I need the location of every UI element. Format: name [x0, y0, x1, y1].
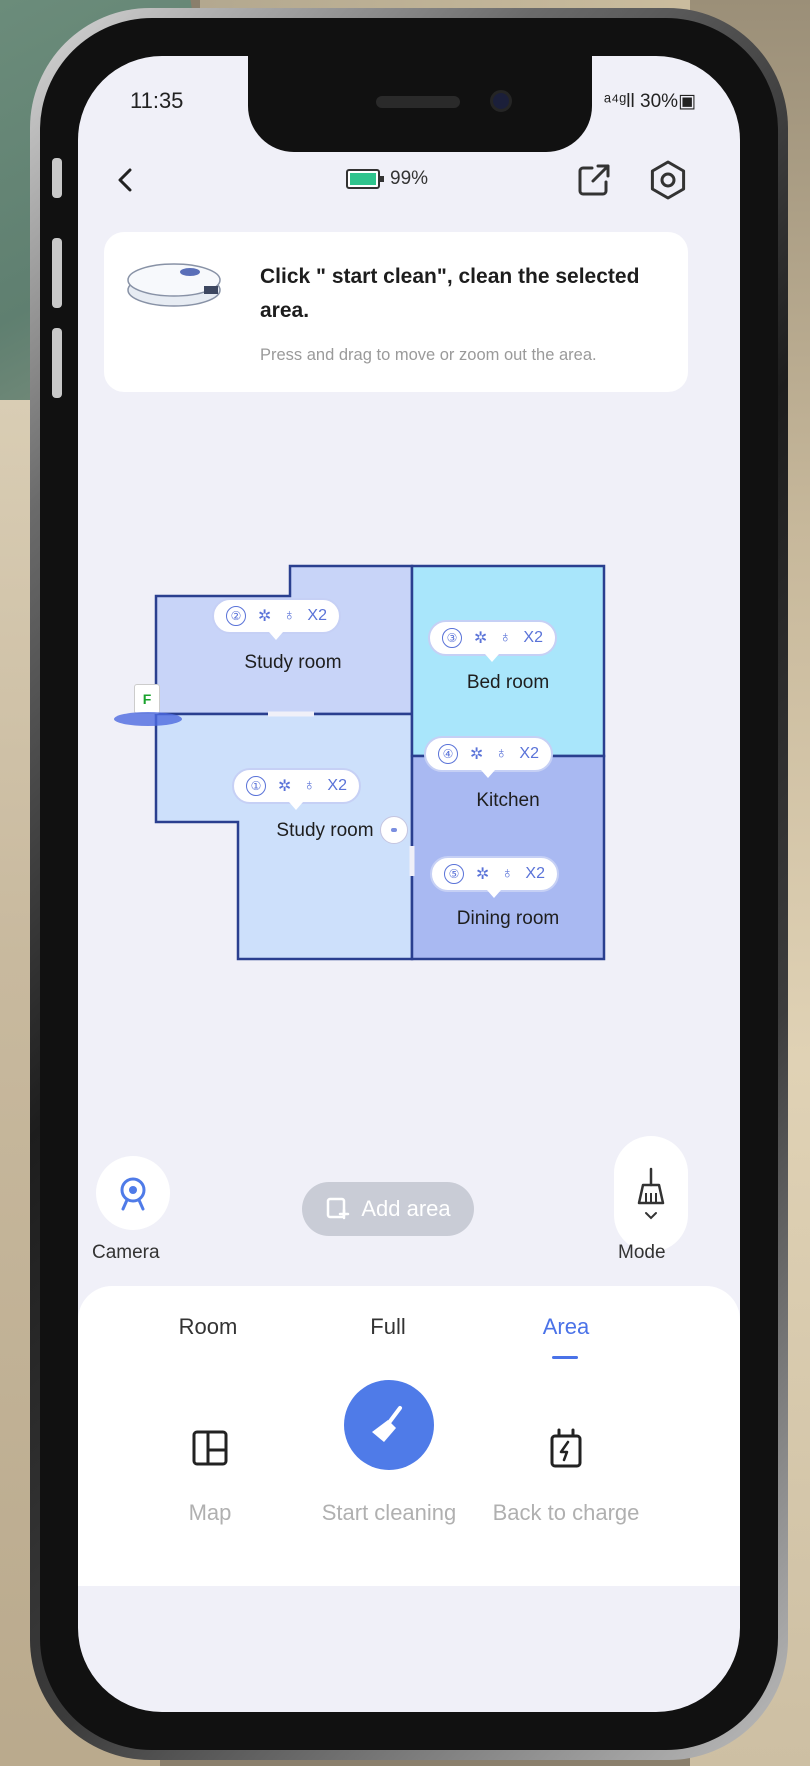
start-cleaning-label: Start cleaning — [321, 1500, 457, 1525]
side-button — [52, 328, 62, 398]
repeat-count: X2 — [519, 745, 539, 762]
water-icon: ♁ — [499, 629, 512, 646]
app-screen: 11:35 ᵃ⁴ᵍll 30%▣ 99% Click " start clean… — [78, 56, 740, 1712]
back-to-charge-label: Back to charge — [492, 1500, 640, 1525]
side-button — [52, 158, 62, 198]
room-bubble[interactable]: ③ ✲ ♁ X2 — [428, 620, 557, 662]
room-bubble[interactable]: ④ ✲ ♁ X2 — [424, 736, 553, 778]
room-study-top — [154, 564, 414, 716]
fan-icon: ✲ — [476, 866, 490, 883]
active-tab-indicator — [552, 1356, 578, 1359]
water-icon: ♁ — [303, 777, 316, 794]
water-icon: ♁ — [501, 865, 514, 882]
map-label: Map — [188, 1500, 232, 1525]
door-marker[interactable] — [380, 816, 408, 844]
tab-room[interactable]: Room — [138, 1314, 278, 1340]
fan-icon: ✲ — [258, 608, 272, 625]
phone-bezel: 11:35 ᵃ⁴ᵍll 30%▣ 99% Click " start clean… — [40, 18, 778, 1750]
repeat-count: X2 — [307, 607, 327, 624]
fan-icon: ✲ — [474, 630, 488, 647]
room-label: Bed room — [466, 672, 550, 693]
camera-icon — [120, 1177, 146, 1211]
chevron-down-icon — [645, 1212, 657, 1220]
room-bubble[interactable]: ⑤ ✲ ♁ X2 — [430, 856, 559, 898]
room-label: Dining room — [456, 908, 560, 929]
robot-position — [114, 712, 182, 726]
room-number: ② — [226, 606, 246, 626]
dock-icon: F — [134, 684, 160, 714]
side-button — [52, 238, 62, 308]
tab-full[interactable]: Full — [318, 1314, 458, 1340]
room-bubble[interactable]: ② ✲ ♁ X2 — [212, 598, 341, 640]
camera-label: Camera — [92, 1242, 160, 1263]
room-bed — [410, 564, 606, 758]
broom-icon — [637, 1167, 665, 1205]
bottom-panel: Room Full Area Map Start cleaning Back t… — [78, 1286, 740, 1586]
start-cleaning-button[interactable] — [344, 1380, 434, 1470]
room-label: Study room — [276, 820, 374, 841]
charge-icon[interactable] — [544, 1426, 588, 1470]
repeat-count: X2 — [523, 629, 543, 646]
phone-frame: 11:35 ᵃ⁴ᵍll 30%▣ 99% Click " start clean… — [30, 8, 788, 1760]
room-number: ③ — [442, 628, 462, 648]
room-number: ④ — [438, 744, 458, 764]
room-number: ⑤ — [444, 864, 464, 884]
water-icon: ♁ — [283, 607, 296, 624]
repeat-count: X2 — [327, 777, 347, 794]
add-area-label: Add area — [361, 1196, 451, 1221]
room-label: Study room — [244, 652, 342, 673]
repeat-count: X2 — [525, 865, 545, 882]
room-bubble[interactable]: ① ✲ ♁ X2 — [232, 768, 361, 810]
broom-icon — [372, 1406, 402, 1442]
fan-icon: ✲ — [278, 778, 292, 795]
water-icon: ♁ — [495, 745, 508, 762]
room-label: Kitchen — [476, 790, 540, 811]
add-area-icon — [327, 1197, 350, 1220]
mode-button[interactable] — [614, 1136, 688, 1252]
room-number: ① — [246, 776, 266, 796]
map-icon[interactable] — [188, 1426, 232, 1470]
camera-button[interactable] — [96, 1156, 170, 1230]
mode-label: Mode — [618, 1242, 666, 1263]
fan-icon: ✲ — [470, 746, 484, 763]
add-area-button[interactable]: Add area — [302, 1182, 474, 1236]
tab-area[interactable]: Area — [496, 1314, 636, 1340]
charging-dock[interactable]: F — [114, 684, 182, 726]
